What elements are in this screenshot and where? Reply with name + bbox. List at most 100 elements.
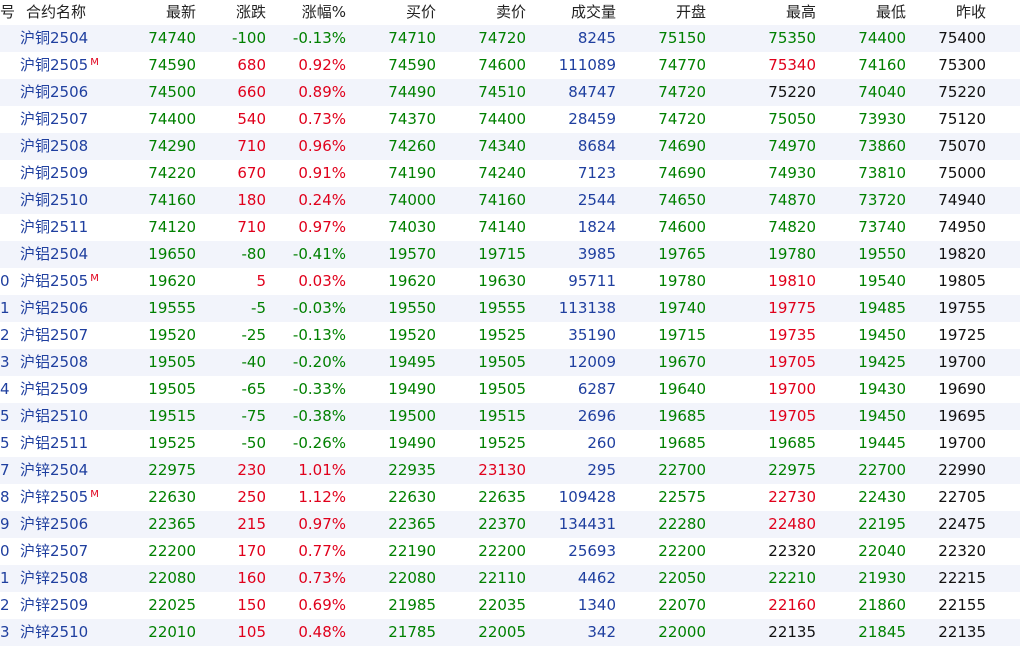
cell-volume: 7123 — [577, 164, 616, 182]
cell-low: 74040 — [858, 83, 906, 101]
table-row[interactable]: 2 沪锌2509 22025 150 0.69% 21985 22035 1340 22070 2… — [0, 592, 1020, 619]
cell-volume: 1340 — [577, 596, 616, 614]
cell-last: 74220 — [148, 164, 196, 182]
header-open[interactable]: 开盘 — [636, 0, 706, 24]
table-row[interactable]: 沪铜2511 74120 710 0.97% 74030 74140 1824 74600 74… — [0, 214, 1020, 241]
cell-high: 19810 — [768, 272, 816, 290]
cell-name: 沪铝2504 — [20, 245, 89, 263]
cell-index: 3 — [0, 623, 10, 641]
cell-last: 22365 — [148, 515, 196, 533]
cell-volume: 4462 — [577, 569, 616, 587]
cell-low: 19550 — [858, 245, 906, 263]
cell-change-pct: -0.41% — [292, 245, 346, 263]
cell-bid: 74190 — [388, 164, 436, 182]
cell-last: 74290 — [148, 137, 196, 155]
cell-bid: 74490 — [388, 83, 436, 101]
cell-ask: 22035 — [478, 596, 526, 614]
table-row[interactable]: 沪铜2508 74290 710 0.96% 74260 74340 8684 74690 74… — [0, 133, 1020, 160]
cell-change-pct: -0.13% — [292, 326, 346, 344]
cell-prev-close: 19725 — [938, 326, 986, 344]
cell-index: 2 — [0, 326, 10, 344]
cell-change: 160 — [237, 569, 266, 587]
cell-index — [0, 214, 14, 241]
cell-change-pct: 0.97% — [298, 515, 346, 533]
cell-name: 沪铝2509 — [20, 380, 89, 398]
cell-prev-close: 75120 — [938, 110, 986, 128]
cell-ask: 22110 — [478, 569, 526, 587]
header-change[interactable]: 涨跌 — [206, 0, 266, 24]
cell-high: 22480 — [768, 515, 816, 533]
table-row[interactable]: 沪铜2507 74400 540 0.73% 74370 74400 28459 74720 7… — [0, 106, 1020, 133]
cell-ask: 19555 — [478, 299, 526, 317]
header-bid[interactable]: 买价 — [366, 0, 436, 24]
table-row[interactable]: 3 沪锌2510 22010 105 0.48% 21785 22005 342 22000 22… — [0, 619, 1020, 646]
table-row[interactable]: 1 沪铝2506 19555 -5 -0.03% 19550 19555 113138 1974… — [0, 295, 1020, 322]
cell-change: -75 — [241, 407, 267, 425]
table-row[interactable]: 0 沪锌2507 22200 170 0.77% 22190 22200 25693 22200… — [0, 538, 1020, 565]
table-row[interactable]: 沪铜2505 M 74590 680 0.92% 74590 74600 111089 7477… — [0, 52, 1020, 79]
table-header: 号 合约名称 最新 涨跌 涨幅% 买价 卖价 成交量 开盘 最高 最低 昨收 — [0, 0, 1020, 24]
table-row[interactable]: 沪铜2510 74160 180 0.24% 74000 74160 2544 74650 74… — [0, 187, 1020, 214]
header-name[interactable]: 合约名称 — [26, 0, 106, 24]
cell-low: 21845 — [858, 623, 906, 641]
cell-name: 沪铜2511 — [20, 218, 89, 236]
cell-ask: 19630 — [478, 272, 526, 290]
cell-open: 75150 — [658, 29, 706, 47]
cell-high: 22135 — [768, 623, 816, 641]
header-change-pct[interactable]: 涨幅% — [266, 0, 346, 24]
cell-bid: 22365 — [388, 515, 436, 533]
cell-prev-close: 22155 — [938, 596, 986, 614]
cell-name: 沪锌2505 M — [20, 488, 99, 506]
table-row[interactable]: 沪铜2506 74500 660 0.89% 74490 74510 84747 74720 7… — [0, 79, 1020, 106]
table-row[interactable]: 2 沪铝2507 19520 -25 -0.13% 19520 19525 35190 1971… — [0, 322, 1020, 349]
cell-ask: 19505 — [478, 380, 526, 398]
cell-prev-close: 75400 — [938, 29, 986, 47]
header-prev-close[interactable]: 昨收 — [916, 0, 986, 24]
cell-change: 670 — [237, 164, 266, 182]
cell-bid: 74710 — [388, 29, 436, 47]
cell-high: 19700 — [768, 380, 816, 398]
table-row[interactable]: 0 沪铝2505 M 19620 5 0.03% 19620 19630 95711 19780 1… — [0, 268, 1020, 295]
cell-bid: 74590 — [388, 56, 436, 74]
table-row[interactable]: 4 沪铝2509 19505 -65 -0.33% 19490 19505 6287 19640… — [0, 376, 1020, 403]
cell-index: 3 — [0, 353, 10, 371]
table-row[interactable]: 8 沪锌2505 M 22630 250 1.12% 22630 22635 109428 225… — [0, 484, 1020, 511]
header-ask[interactable]: 卖价 — [456, 0, 526, 24]
cell-prev-close: 75070 — [938, 137, 986, 155]
table-row[interactable]: 9 沪锌2506 22365 215 0.97% 22365 22370 134431 2228… — [0, 511, 1020, 538]
cell-low: 19430 — [858, 380, 906, 398]
cell-ask: 74400 — [478, 110, 526, 128]
cell-low: 73740 — [858, 218, 906, 236]
table-row[interactable]: 沪铝2504 19650 -80 -0.41% 19570 19715 3985 19765 1… — [0, 241, 1020, 268]
cell-index: 1 — [0, 299, 10, 317]
cell-open: 19685 — [658, 434, 706, 452]
cell-index — [0, 79, 14, 106]
main-contract-marker: M — [90, 273, 99, 284]
cell-prev-close: 19805 — [938, 272, 986, 290]
cell-open: 19740 — [658, 299, 706, 317]
table-row[interactable]: 5 沪铝2510 19515 -75 -0.38% 19500 19515 2696 19685… — [0, 403, 1020, 430]
header-low[interactable]: 最低 — [836, 0, 906, 24]
header-high[interactable]: 最高 — [746, 0, 816, 24]
header-last[interactable]: 最新 — [126, 0, 196, 24]
cell-name: 沪铝2507 — [20, 326, 89, 344]
cell-open: 74720 — [658, 110, 706, 128]
header-volume[interactable]: 成交量 — [536, 0, 616, 24]
table-row[interactable]: 5 沪铝2511 19525 -50 -0.26% 19490 19525 260 19685 1… — [0, 430, 1020, 457]
table-row[interactable]: 沪铜2509 74220 670 0.91% 74190 74240 7123 74690 74… — [0, 160, 1020, 187]
cell-change-pct: -0.03% — [292, 299, 346, 317]
cell-prev-close: 22320 — [938, 542, 986, 560]
table-row[interactable]: 3 沪铝2508 19505 -40 -0.20% 19495 19505 12009 1967… — [0, 349, 1020, 376]
cell-volume: 8245 — [577, 29, 616, 47]
table-row[interactable]: 7 沪锌2504 22975 230 1.01% 22935 23130 295 22700 22… — [0, 457, 1020, 484]
cell-open: 22070 — [658, 596, 706, 614]
cell-change: -100 — [231, 29, 266, 47]
cell-open: 19765 — [658, 245, 706, 263]
cell-ask: 22200 — [478, 542, 526, 560]
table-row[interactable]: 1 沪锌2508 22080 160 0.73% 22080 22110 4462 22050 2… — [0, 565, 1020, 592]
header-index[interactable]: 号 — [0, 0, 15, 24]
cell-change-pct: 0.69% — [298, 596, 346, 614]
cell-index: 0 — [0, 272, 10, 290]
table-row[interactable]: 沪铜2504 74740 -100 -0.13% 74710 74720 8245 75150… — [0, 25, 1020, 52]
cell-name: 沪铜2504 — [20, 29, 89, 47]
